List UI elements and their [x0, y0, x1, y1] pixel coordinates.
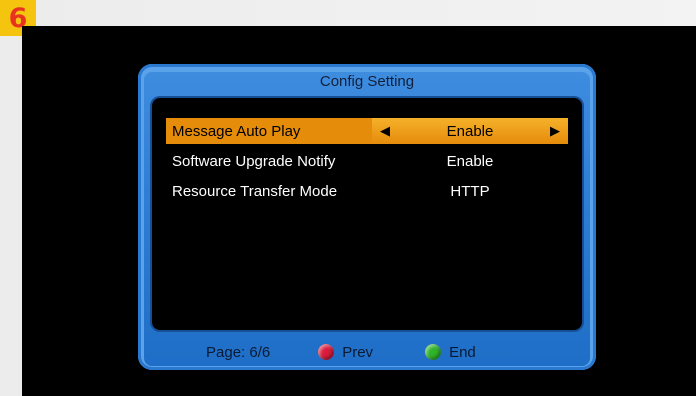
setting-row-resource-transfer-mode[interactable]: Resource Transfer Mode HTTP	[166, 178, 568, 204]
arrow-left-icon[interactable]: ◀	[380, 123, 390, 139]
setting-value: HTTP	[450, 182, 490, 200]
dialog-title: Config Setting	[319, 73, 415, 90]
setting-row-software-upgrade-notify[interactable]: Software Upgrade Notify Enable	[166, 148, 568, 174]
prev-label: Prev	[342, 343, 374, 361]
setting-label: Message Auto Play	[172, 122, 301, 140]
arrow-right-icon[interactable]: ▶	[550, 123, 560, 139]
config-setting-dialog: Config Setting Message Auto Play ◀ Enabl…	[138, 64, 596, 370]
setting-value-selector[interactable]: ◀ Enable ▶	[372, 118, 568, 144]
green-button-icon	[425, 344, 442, 360]
settings-list: Message Auto Play ◀ Enable ▶ Software Up…	[152, 98, 582, 330]
end-button[interactable]: End	[425, 344, 476, 361]
setting-value: Enable	[446, 152, 494, 170]
setting-value-selector[interactable]: Enable	[372, 148, 568, 174]
setting-label: Software Upgrade Notify	[172, 152, 336, 170]
dialog-footer: Page: 6/6 Prev End	[148, 338, 586, 366]
setting-label: Resource Transfer Mode	[172, 182, 338, 200]
setting-row-message-auto-play[interactable]: Message Auto Play ◀ Enable ▶	[166, 118, 568, 144]
red-button-icon	[318, 344, 335, 360]
tv-screen: Config Setting Message Auto Play ◀ Enabl…	[22, 26, 696, 396]
setting-value-selector[interactable]: HTTP	[372, 178, 568, 204]
end-label: End	[449, 343, 476, 361]
prev-button[interactable]: Prev	[318, 344, 373, 361]
setting-value: Enable	[446, 122, 494, 140]
page-indicator: Page: 6/6	[206, 343, 271, 361]
